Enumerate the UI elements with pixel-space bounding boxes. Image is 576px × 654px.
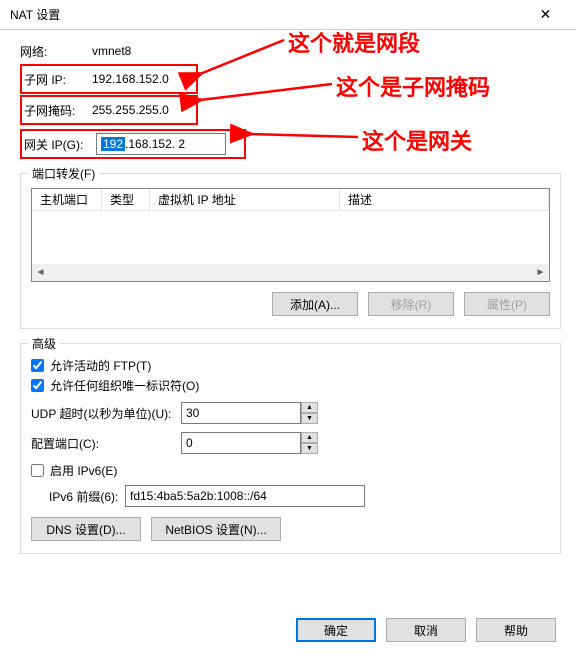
ipv6-checkbox[interactable] xyxy=(31,464,44,477)
ok-button[interactable]: 确定 xyxy=(296,618,376,642)
udp-spin-up[interactable]: ▲ xyxy=(301,402,318,413)
window-title: NAT 设置 xyxy=(10,6,523,23)
cfg-spin-up[interactable]: ▲ xyxy=(301,432,318,443)
udp-spin-down[interactable]: ▼ xyxy=(301,413,318,424)
properties-button: 属性(P) xyxy=(464,292,550,316)
cfg-spin-down[interactable]: ▼ xyxy=(301,443,318,454)
dns-settings-button[interactable]: DNS 设置(D)... xyxy=(31,517,141,541)
ipv6-prefix-input xyxy=(125,485,365,507)
gateway-rest[interactable]: .168.152. 2 xyxy=(125,137,185,151)
scroll-right-icon[interactable]: ► xyxy=(532,264,549,281)
col-desc[interactable]: 描述 xyxy=(340,189,549,211)
netbios-settings-button[interactable]: NetBIOS 设置(N)... xyxy=(151,517,281,541)
ftp-checkbox[interactable] xyxy=(31,359,44,372)
oui-label: 允许任何组织唯一标识符(O) xyxy=(50,377,199,394)
udp-timeout-input[interactable] xyxy=(181,402,301,424)
annotation-mask: 这个是子网掩码 xyxy=(336,70,490,102)
add-button[interactable]: 添加(A)... xyxy=(272,292,358,316)
annotation-gateway: 这个是网关 xyxy=(362,124,472,156)
subnet-mask-label: 子网掩码: xyxy=(22,102,92,119)
col-type[interactable]: 类型 xyxy=(102,189,150,211)
ipv6-prefix-label: IPv6 前缀(6): xyxy=(49,488,125,505)
col-host-port[interactable]: 主机端口 xyxy=(32,189,102,211)
udp-timeout-label: UDP 超时(以秒为单位)(U): xyxy=(31,405,181,422)
scroll-left-icon[interactable]: ◄ xyxy=(32,264,49,281)
gateway-oct1[interactable]: 192 xyxy=(101,137,125,151)
oui-checkbox[interactable] xyxy=(31,379,44,392)
gateway-label: 网关 IP(G): xyxy=(24,136,96,153)
gateway-ip-field[interactable]: 192 .168.152. 2 xyxy=(96,133,226,155)
col-vm-ip[interactable]: 虚拟机 IP 地址 xyxy=(150,189,340,211)
horizontal-scrollbar[interactable]: ◄ ► xyxy=(32,264,549,281)
close-button[interactable]: ✕ xyxy=(523,0,568,29)
config-port-input[interactable] xyxy=(181,432,301,454)
ipv6-label: 启用 IPv6(E) xyxy=(50,462,117,479)
remove-button: 移除(R) xyxy=(368,292,454,316)
subnet-ip-value: 192.168.152.0 xyxy=(92,72,169,86)
ftp-label: 允许活动的 FTP(T) xyxy=(50,357,151,374)
port-fwd-list[interactable]: 主机端口 类型 虚拟机 IP 地址 描述 ◄ ► xyxy=(31,188,550,282)
port-fwd-group-title: 端口转发(F) xyxy=(28,165,99,182)
subnet-ip-label: 子网 IP: xyxy=(22,71,92,88)
advanced-group-title: 高级 xyxy=(28,335,60,352)
config-port-label: 配置端口(C): xyxy=(31,435,181,452)
annotation-subnet: 这个就是网段 xyxy=(288,26,420,58)
subnet-mask-value: 255.255.255.0 xyxy=(92,103,169,117)
network-label: 网络: xyxy=(20,43,92,60)
cancel-button[interactable]: 取消 xyxy=(386,618,466,642)
network-value: vmnet8 xyxy=(92,44,131,58)
help-button[interactable]: 帮助 xyxy=(476,618,556,642)
